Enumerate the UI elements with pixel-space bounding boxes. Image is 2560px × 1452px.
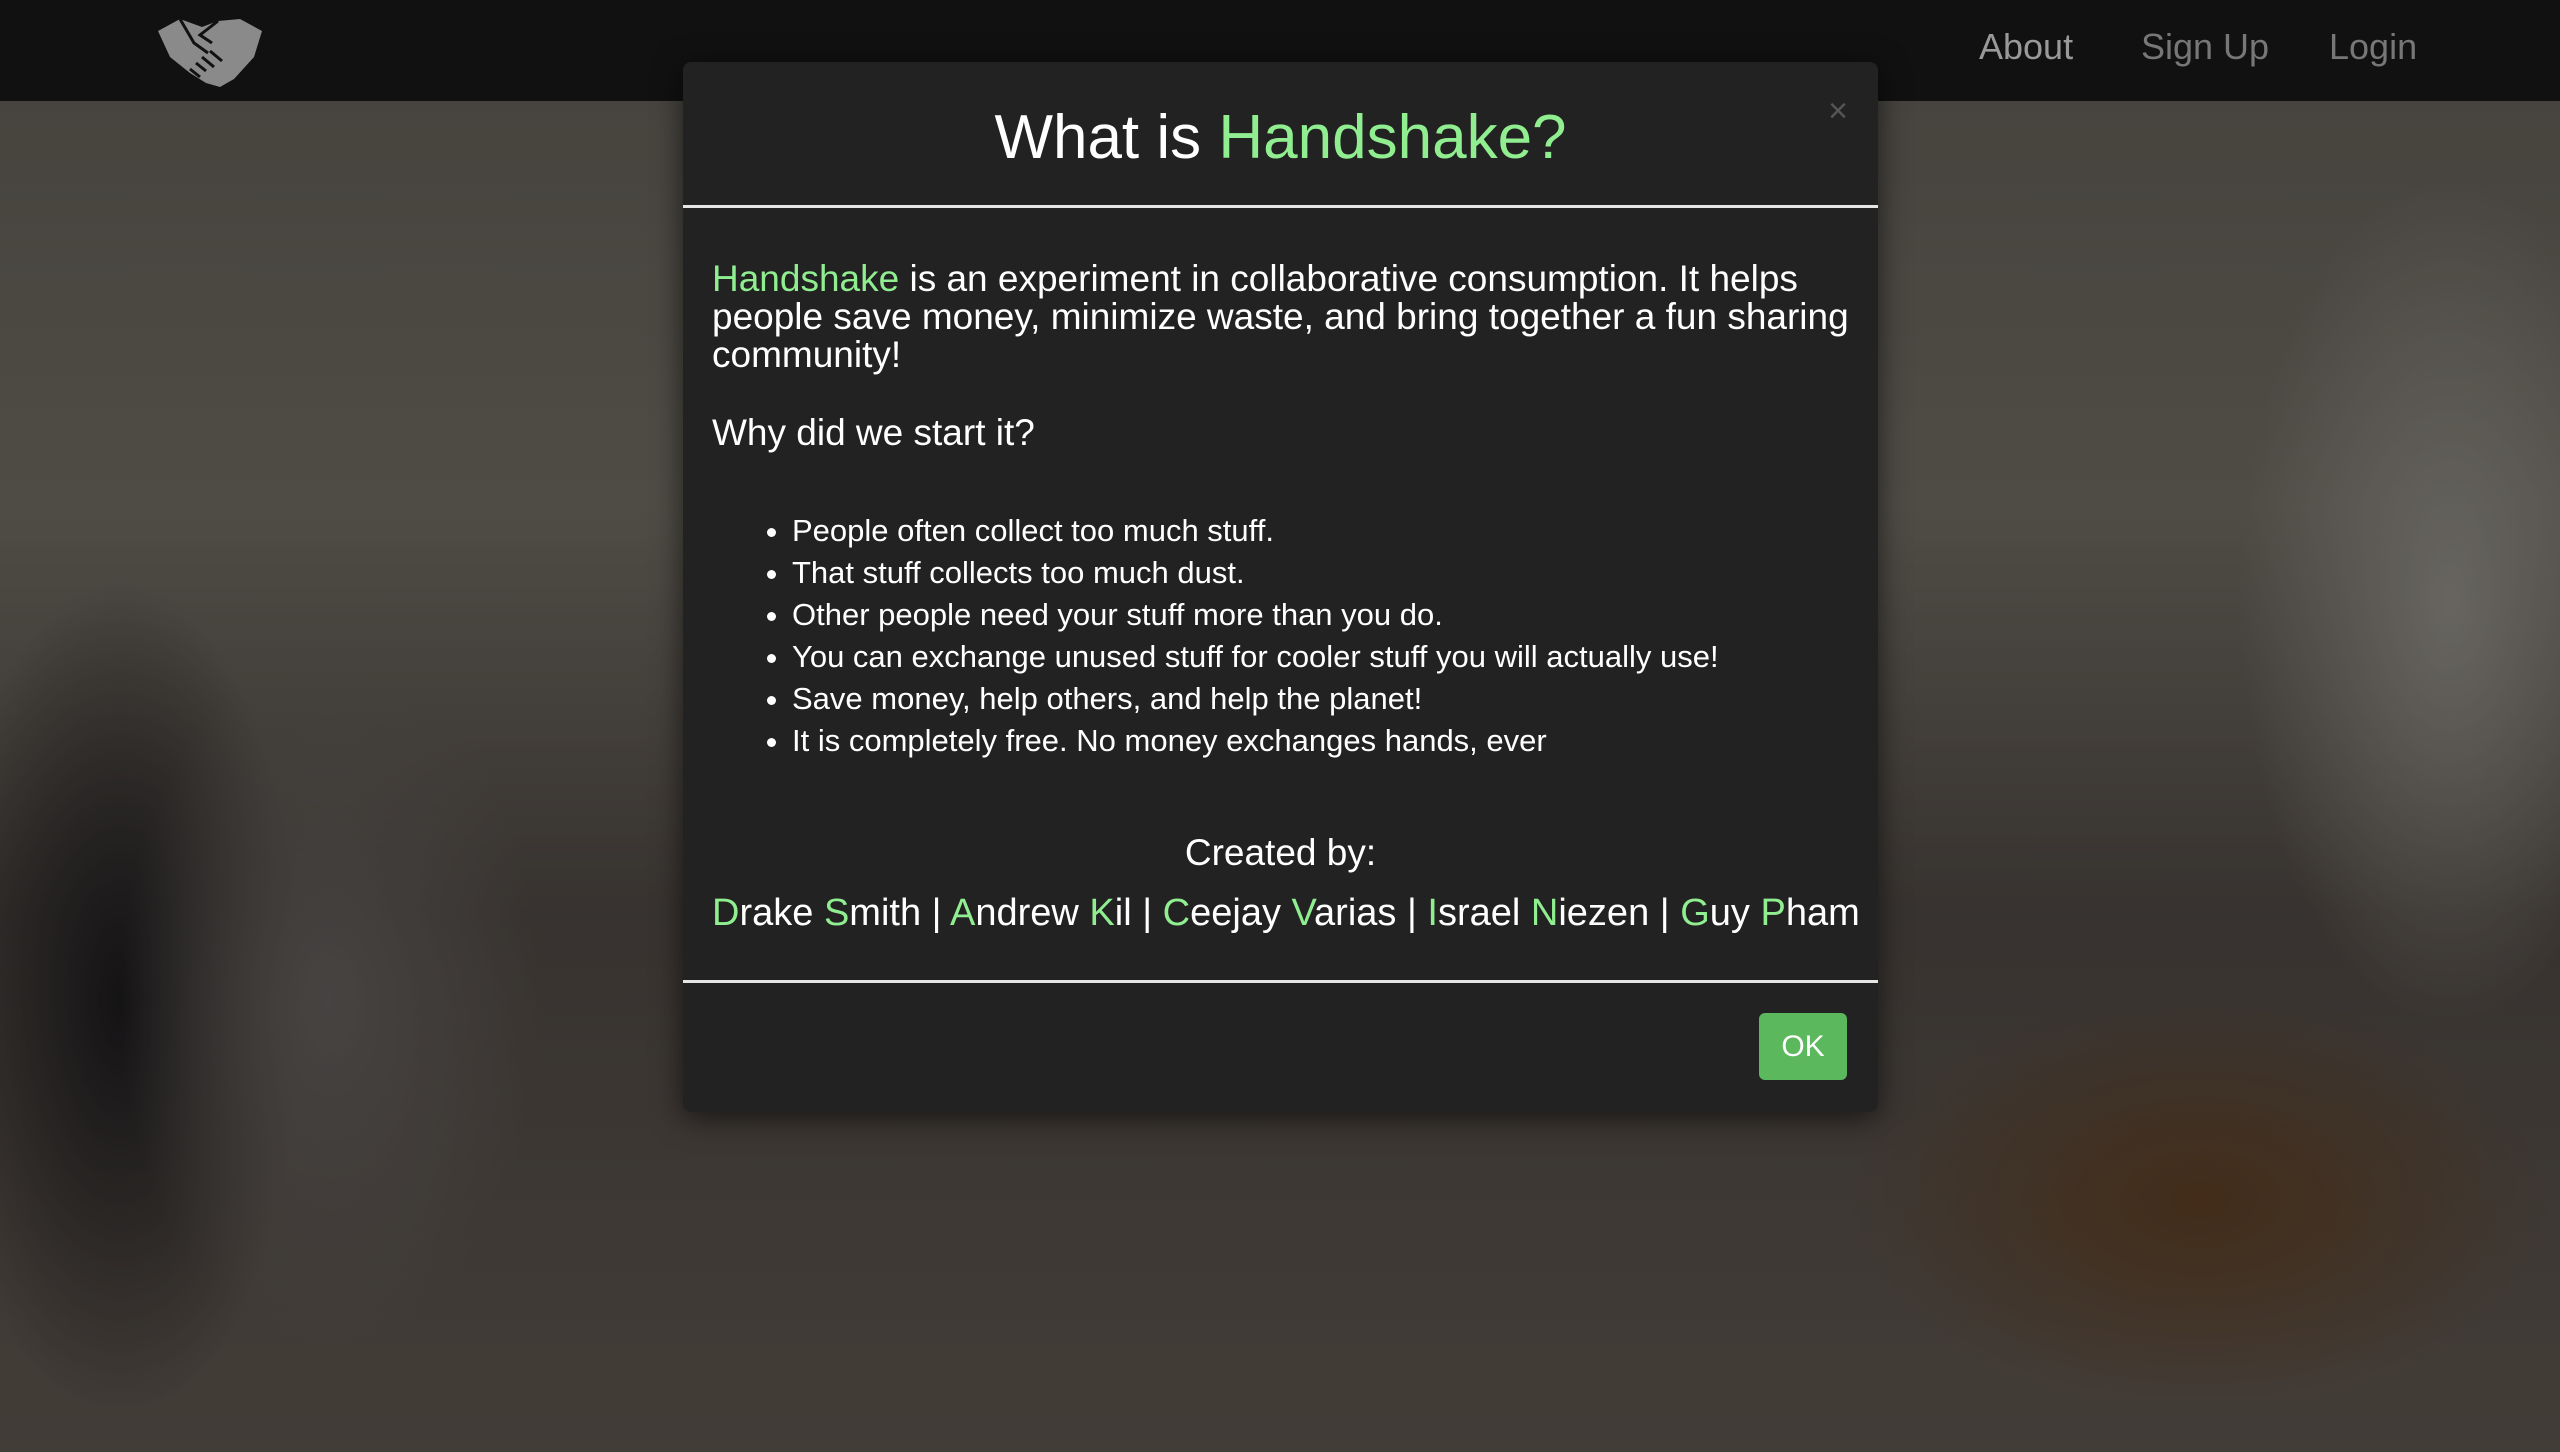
creator-name-part: C (1162, 892, 1191, 934)
creator-name-part: ham (1785, 892, 1860, 934)
creator-name-part: ndrew (975, 892, 1090, 934)
nav-sign-up[interactable]: Sign Up (2141, 26, 2269, 68)
creator-name-part: A (949, 892, 976, 934)
created-by-label: Created by: (1184, 832, 1377, 873)
creator-name-part: N (1530, 892, 1559, 934)
creator-name: Andrew Kil (950, 892, 1132, 934)
why-heading: Why did we start it? (712, 412, 1035, 453)
separator: | (1649, 892, 1681, 934)
creator-name-part: I (1427, 892, 1438, 934)
creator-name-part: D (712, 892, 740, 934)
list-item: It is completely free. No money exchange… (792, 720, 1849, 762)
creator-name-part: iezen (1558, 892, 1650, 934)
creator-name: Drake Smith (712, 892, 921, 934)
list-item: Other people need your stuff more than y… (792, 594, 1849, 636)
separator: | (921, 892, 950, 934)
close-icon[interactable]: × (1828, 92, 1848, 131)
modal-title: What is Handshake? (683, 62, 1878, 173)
separator: | (1131, 892, 1163, 934)
handshake-logo-icon[interactable] (150, 13, 270, 91)
list-item: People often collect too much stuff. (792, 510, 1849, 552)
title-highlight: Handshake? (1218, 103, 1567, 172)
creator-name-part: mith (849, 892, 922, 934)
reasons-list: People often collect too much stuff. Tha… (712, 510, 1849, 762)
title-prefix: What is (994, 103, 1219, 172)
ok-button[interactable]: OK (1759, 1013, 1847, 1080)
creator-name: Guy Pham (1680, 892, 1860, 934)
creator-name-part: S (823, 892, 850, 934)
about-modal: What is Handshake? × Handshake is an exp… (683, 62, 1878, 1112)
list-item: You can exchange unused stuff for cooler… (792, 636, 1849, 678)
list-item: Save money, help others, and help the pl… (792, 678, 1849, 720)
creators-list: Drake Smith | Andrew Kil | Ceejay Varias… (712, 892, 1860, 935)
creator-name-part: eejay (1190, 892, 1292, 934)
creator-name-part: uy (1709, 892, 1761, 934)
creator-name-part: K (1089, 892, 1115, 934)
modal-footer: OK (683, 980, 1878, 1112)
creator-name-part: V (1291, 892, 1315, 934)
creator-name-part: il (1114, 892, 1132, 934)
creator-name-part: srael (1437, 892, 1531, 934)
creator-name-part: G (1680, 892, 1710, 934)
creator-name-part: P (1760, 892, 1786, 934)
creator-name-part: arias (1314, 892, 1397, 934)
creator-name: Israel Niezen (1427, 892, 1649, 934)
intro-highlight: Handshake (712, 258, 900, 299)
separator: | (1396, 892, 1428, 934)
modal-body: Handshake is an experiment in collaborat… (683, 208, 1878, 935)
list-item: That stuff collects too much dust. (792, 552, 1849, 594)
nav-login[interactable]: Login (2329, 26, 2417, 68)
intro-text: Handshake is an experiment in collaborat… (712, 260, 1849, 374)
creator-name-part: rake (739, 892, 824, 934)
nav-about[interactable]: About (1979, 26, 2073, 68)
creator-name: Ceejay Varias (1163, 892, 1397, 934)
modal-header: What is Handshake? × (683, 62, 1878, 208)
